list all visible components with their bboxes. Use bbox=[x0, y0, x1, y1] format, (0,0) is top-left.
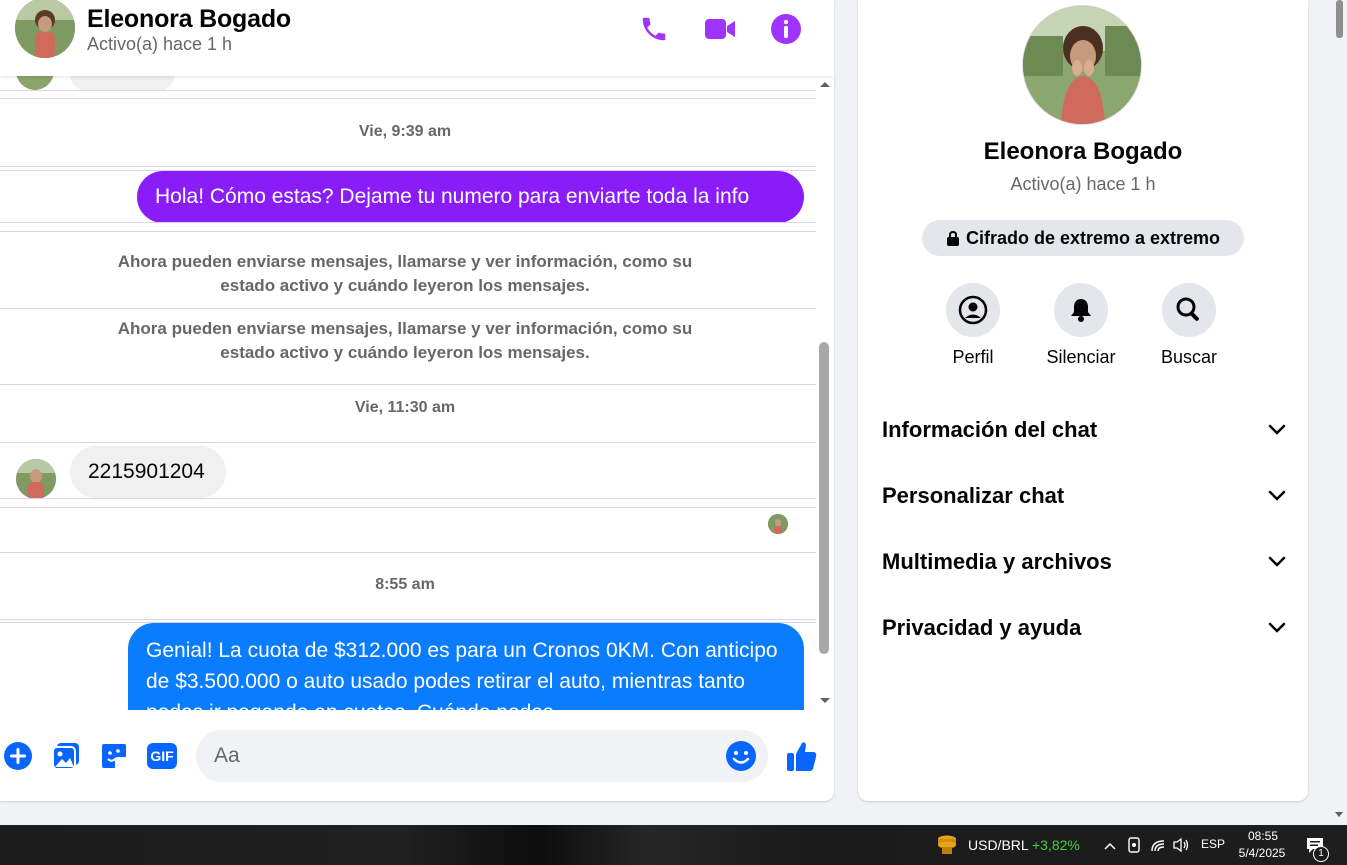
page-scroll-down-arrow[interactable] bbox=[1335, 812, 1343, 817]
scrollbar-thumb[interactable] bbox=[819, 342, 829, 654]
device-icon[interactable] bbox=[1127, 836, 1141, 859]
section-privacy-help[interactable]: Privacidad y ayuda bbox=[882, 608, 1286, 648]
chevron-down-icon bbox=[1268, 622, 1286, 633]
e2e-encryption-badge[interactable]: Cifrado de extremo a extremo bbox=[922, 220, 1244, 256]
section-chat-info[interactable]: Información del chat bbox=[882, 410, 1286, 450]
sticker-icon[interactable] bbox=[98, 740, 130, 772]
phone-icon[interactable] bbox=[637, 12, 671, 46]
search-action[interactable]: Buscar bbox=[1149, 283, 1229, 368]
chevron-down-icon bbox=[1268, 556, 1286, 567]
timestamp: Vie, 11:30 am bbox=[354, 399, 456, 416]
system-message: Ahora pueden enviarse mensajes, llamarse… bbox=[117, 319, 693, 362]
message-input[interactable] bbox=[214, 730, 714, 782]
e2e-label: Cifrado de extremo a extremo bbox=[965, 227, 1221, 248]
info-contact-status: Activo(a) hace 1 h bbox=[1010, 174, 1156, 194]
message-bubble-partial bbox=[70, 76, 175, 91]
incoming-message[interactable]: 2215901204 bbox=[70, 446, 226, 498]
contact-avatar[interactable] bbox=[15, 0, 75, 58]
contact-small-avatar bbox=[16, 76, 54, 90]
section-customize-chat[interactable]: Personalizar chat bbox=[882, 476, 1286, 516]
search-label: Buscar bbox=[1160, 347, 1218, 367]
emoji-icon[interactable] bbox=[725, 740, 757, 772]
message-input-wrapper bbox=[196, 730, 768, 782]
scroll-up-arrow[interactable] bbox=[820, 82, 830, 87]
contact-name[interactable]: Eleonora Bogado bbox=[87, 5, 291, 34]
search-icon[interactable] bbox=[1162, 283, 1216, 337]
gif-label: GIF bbox=[147, 743, 177, 769]
photo-icon[interactable] bbox=[50, 740, 82, 772]
section-label: Información del chat bbox=[882, 417, 1098, 442]
clock-time[interactable]: 08:55 bbox=[1238, 829, 1288, 843]
gif-icon[interactable]: GIF bbox=[146, 740, 178, 772]
windows-taskbar: USD/BRL +3,82% ESP 08:55 5/4/2025 1 bbox=[0, 825, 1347, 865]
section-label: Privacidad y ayuda bbox=[882, 615, 1082, 640]
page-scrollbar[interactable] bbox=[1332, 0, 1347, 825]
outgoing-message[interactable]: Genial! La cuota de $312.000 es para un … bbox=[128, 623, 804, 710]
profile-icon[interactable] bbox=[946, 283, 1000, 337]
composer: GIF bbox=[0, 710, 834, 801]
message-list[interactable]: Vie, 9:39 am Hola! Cómo estas? Dejame tu… bbox=[0, 76, 816, 710]
chat-header: Eleonora Bogado Activo(a) hace 1 h bbox=[0, 0, 834, 76]
currency-ticker-icon[interactable] bbox=[935, 833, 959, 857]
info-contact-name: Eleonora Bogado bbox=[983, 138, 1183, 165]
contact-profile-photo[interactable] bbox=[1022, 5, 1142, 125]
scroll-down-arrow[interactable] bbox=[820, 698, 830, 703]
section-media-files[interactable]: Multimedia y archivos bbox=[882, 542, 1286, 582]
timestamp: 8:55 am bbox=[375, 576, 435, 593]
system-message: Ahora pueden enviarse mensajes, llamarse… bbox=[117, 252, 693, 295]
page-scrollbar-thumb[interactable] bbox=[1336, 0, 1343, 38]
timestamp: Vie, 9:39 am bbox=[358, 123, 452, 140]
volume-icon[interactable] bbox=[1172, 837, 1190, 858]
outgoing-message[interactable]: Hola! Cómo estas? Dejame tu numero para … bbox=[137, 171, 804, 223]
profile-label: Perfil bbox=[952, 347, 994, 367]
ticker-change: +3,82% bbox=[1032, 837, 1080, 853]
lock-icon bbox=[946, 230, 959, 246]
section-label: Personalizar chat bbox=[882, 483, 1065, 508]
video-camera-icon[interactable] bbox=[703, 12, 737, 46]
ticker-symbol[interactable]: USD/BRL bbox=[968, 837, 1029, 853]
clock-date[interactable]: 5/4/2025 bbox=[1232, 846, 1292, 860]
mute-action[interactable]: Silenciar bbox=[1041, 283, 1121, 368]
info-icon[interactable] bbox=[769, 12, 803, 46]
profile-action[interactable]: Perfil bbox=[933, 283, 1013, 368]
contact-status: Activo(a) hace 1 h bbox=[87, 34, 233, 54]
chat-panel: Eleonora Bogado Activo(a) hace 1 h Vie, … bbox=[0, 0, 834, 801]
message-scrollbar[interactable] bbox=[816, 76, 834, 710]
contact-small-avatar[interactable] bbox=[16, 459, 56, 499]
plus-circle-icon[interactable] bbox=[2, 740, 34, 772]
show-hidden-icons-icon[interactable] bbox=[1103, 838, 1117, 856]
mute-label: Silenciar bbox=[1046, 347, 1116, 367]
wifi-icon[interactable] bbox=[1150, 837, 1168, 858]
chevron-down-icon bbox=[1268, 490, 1286, 501]
chat-info-panel: Eleonora Bogado Activo(a) hace 1 h Cifra… bbox=[858, 0, 1308, 801]
chevron-down-icon bbox=[1268, 424, 1286, 435]
input-language[interactable]: ESP bbox=[1201, 837, 1225, 851]
thumbs-up-icon[interactable] bbox=[784, 738, 820, 774]
notification-count-badge: 1 bbox=[1313, 846, 1329, 862]
section-label: Multimedia y archivos bbox=[882, 549, 1112, 574]
read-receipt-avatar bbox=[768, 514, 788, 534]
bell-icon[interactable] bbox=[1054, 283, 1108, 337]
